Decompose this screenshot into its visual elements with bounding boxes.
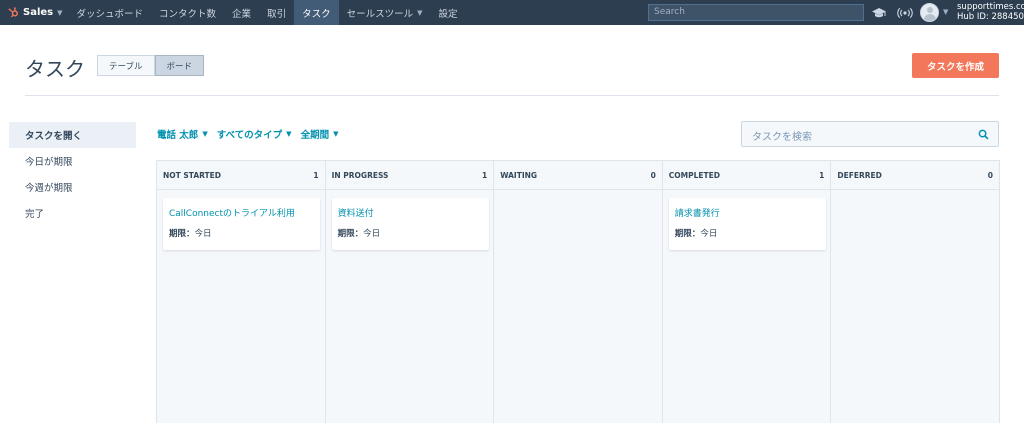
task-due: 期限：今日: [674, 229, 718, 239]
view-board-button[interactable]: ボード: [154, 55, 205, 76]
chevron-down-icon: ▼: [57, 8, 63, 17]
task-search-placeholder: タスクを検索: [752, 132, 812, 143]
owner-filter[interactable]: 電話 太郎 ▼: [157, 127, 208, 141]
chevron-down-icon: ▼: [417, 8, 423, 17]
page-title: タスク: [25, 57, 85, 81]
period-filter-label: 全期間: [300, 130, 330, 141]
task-title-link[interactable]: 資料送付: [338, 206, 483, 219]
column-count: 0: [987, 170, 993, 180]
global-search-input[interactable]: Search: [648, 4, 864, 21]
board-column-completed: COMPLETED 1 請求書発行 期限：今日: [662, 161, 832, 423]
nav-label: セールスツール: [346, 8, 414, 20]
column-header: DEFERRED 0: [831, 161, 999, 190]
nav-label: タスク: [302, 8, 331, 20]
calling-icon[interactable]: [897, 5, 913, 20]
filter-bar: 電話 太郎 ▼ すべてのタイプ ▼ 全期間 ▼: [157, 127, 347, 141]
column-header: IN PROGRESS 1: [325, 161, 494, 190]
due-label: 期限: [169, 229, 187, 239]
column-title: WAITING: [500, 170, 538, 180]
account-info[interactable]: supporttimes.com Hub ID: 2884500: [957, 2, 1024, 22]
board-column-deferred: DEFERRED 0: [831, 161, 999, 423]
task-due: 期限：今日: [337, 229, 381, 239]
period-filter[interactable]: 全期間 ▼: [301, 127, 339, 141]
column-title: IN PROGRESS: [331, 170, 389, 180]
nav-label: ダッシュボード: [76, 8, 144, 20]
avatar-body: [924, 14, 936, 21]
column-count: 0: [650, 170, 656, 180]
nav-settings[interactable]: 設定: [431, 0, 466, 25]
nav-label: 設定: [438, 8, 458, 20]
top-nav: Sales ▼ ダッシュボード コンタクト数 企業 取引 タスク セールスツール…: [0, 0, 1024, 25]
column-count: 1: [481, 170, 488, 180]
chevron-down-icon[interactable]: ▼: [943, 8, 948, 16]
task-due: 期限：今日: [169, 229, 212, 239]
due-label: 期限: [674, 229, 692, 239]
nav-label: 取引: [267, 8, 287, 20]
column-header: WAITING 0: [494, 161, 662, 190]
board-column-waiting: WAITING 0: [494, 161, 663, 423]
chevron-down-icon: ▼: [333, 130, 339, 138]
board-column-in-progress: IN PROGRESS 1 資料送付 期限：今日: [325, 161, 495, 423]
search-placeholder: Search: [654, 7, 685, 17]
nav-contacts[interactable]: コンタクト数: [151, 0, 224, 25]
task-views-sidebar: タスクを開く 今日が期限 今週が期限 完了: [9, 122, 136, 226]
task-search-input[interactable]: タスクを検索: [741, 121, 999, 147]
type-filter-label: すべてのタイプ: [216, 130, 283, 141]
task-title-link[interactable]: CallConnectのトライアル利用: [169, 206, 314, 219]
nav-dashboard[interactable]: ダッシュボード: [69, 0, 152, 25]
type-filter[interactable]: すべてのタイプ ▼: [217, 127, 292, 141]
due-value: 今日: [363, 229, 381, 239]
user-avatar[interactable]: [920, 3, 939, 22]
chevron-down-icon: ▼: [286, 130, 292, 138]
task-card[interactable]: 資料送付 期限：今日: [331, 198, 489, 250]
owner-filter-label: 電話 太郎: [157, 130, 199, 141]
due-value: 今日: [194, 229, 212, 239]
task-card[interactable]: 請求書発行 期限：今日: [668, 198, 826, 250]
nav-tasks[interactable]: タスク: [294, 0, 339, 25]
column-header: COMPLETED 1: [662, 161, 831, 190]
nav-sales-tools[interactable]: セールスツール ▼: [339, 0, 431, 25]
hub-id: Hub ID: 2884500: [957, 12, 1024, 22]
view-table-button[interactable]: テーブル: [97, 55, 155, 76]
task-title-link[interactable]: 請求書発行: [675, 206, 820, 219]
nav-label: 企業: [232, 8, 252, 20]
chevron-down-icon: ▼: [202, 130, 208, 138]
task-board: NOT STARTED 1 CallConnectのトライアル利用 期限：今日 …: [156, 160, 1000, 423]
search-icon[interactable]: [978, 129, 989, 140]
nav-companies[interactable]: 企業: [224, 0, 259, 25]
column-count: 1: [819, 170, 825, 180]
column-title: NOT STARTED: [163, 170, 222, 180]
sidebar-item-due-today[interactable]: 今日が期限: [9, 148, 136, 174]
column-count: 1: [313, 170, 319, 180]
academy-icon[interactable]: [871, 5, 887, 20]
create-task-button[interactable]: タスクを作成: [912, 53, 999, 78]
nav-deals[interactable]: 取引: [259, 0, 294, 25]
task-card[interactable]: CallConnectのトライアル利用 期限：今日: [163, 198, 320, 250]
nav-label: コンタクト数: [159, 8, 217, 20]
hubspot-logo-icon: [8, 7, 18, 18]
column-title: DEFERRED: [837, 170, 882, 180]
view-toggle: テーブル ボード: [97, 55, 205, 76]
column-header: NOT STARTED 1: [157, 161, 325, 190]
brand-menu[interactable]: Sales ▼: [0, 0, 69, 25]
column-title: COMPLETED: [668, 170, 720, 180]
sidebar-item-open-tasks[interactable]: タスクを開く: [9, 122, 136, 148]
sidebar-item-due-this-week[interactable]: 今週が期限: [9, 174, 136, 200]
brand-label: Sales: [23, 7, 54, 18]
due-value: 今日: [700, 229, 718, 239]
due-label: 期限: [337, 229, 355, 239]
header-divider: [25, 95, 999, 96]
account-domain: supporttimes.com: [957, 2, 1024, 12]
avatar-head: [927, 7, 933, 13]
board-column-not-started: NOT STARTED 1 CallConnectのトライアル利用 期限：今日: [157, 161, 326, 423]
sidebar-item-completed[interactable]: 完了: [9, 200, 136, 226]
